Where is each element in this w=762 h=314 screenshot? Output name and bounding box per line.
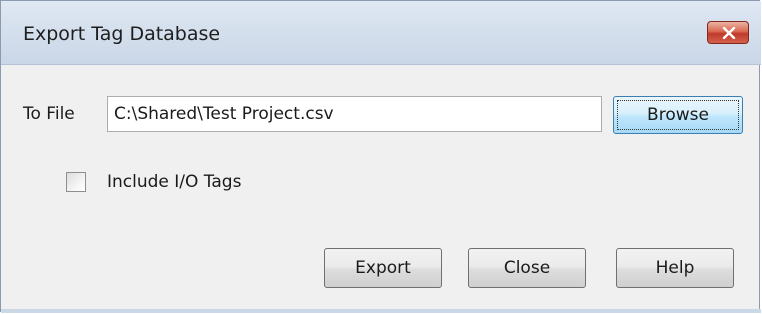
file-path-input[interactable] xyxy=(107,96,602,132)
include-io-tags-checkbox[interactable] xyxy=(66,172,86,192)
window-title: Export Tag Database xyxy=(23,23,221,45)
to-file-label: To File xyxy=(23,104,75,124)
dialog-body: To File Browse Include I/O Tags Export C… xyxy=(1,65,759,309)
help-button[interactable]: Help xyxy=(616,248,734,288)
close-x-icon xyxy=(722,27,736,39)
export-tag-database-dialog: Export Tag Database To File Browse Inclu… xyxy=(0,0,761,313)
close-button[interactable]: Close xyxy=(468,248,586,288)
include-io-tags-label[interactable]: Include I/O Tags xyxy=(107,172,241,192)
bottom-border xyxy=(1,309,761,313)
help-button-label: Help xyxy=(655,258,695,278)
browse-button-label: Browse xyxy=(647,105,709,125)
close-button-label: Close xyxy=(503,258,551,278)
export-button-label: Export xyxy=(355,258,411,278)
title-bar[interactable]: Export Tag Database xyxy=(1,1,761,65)
window-close-button[interactable] xyxy=(707,21,749,44)
browse-button[interactable]: Browse xyxy=(613,96,743,134)
export-button[interactable]: Export xyxy=(324,248,442,288)
